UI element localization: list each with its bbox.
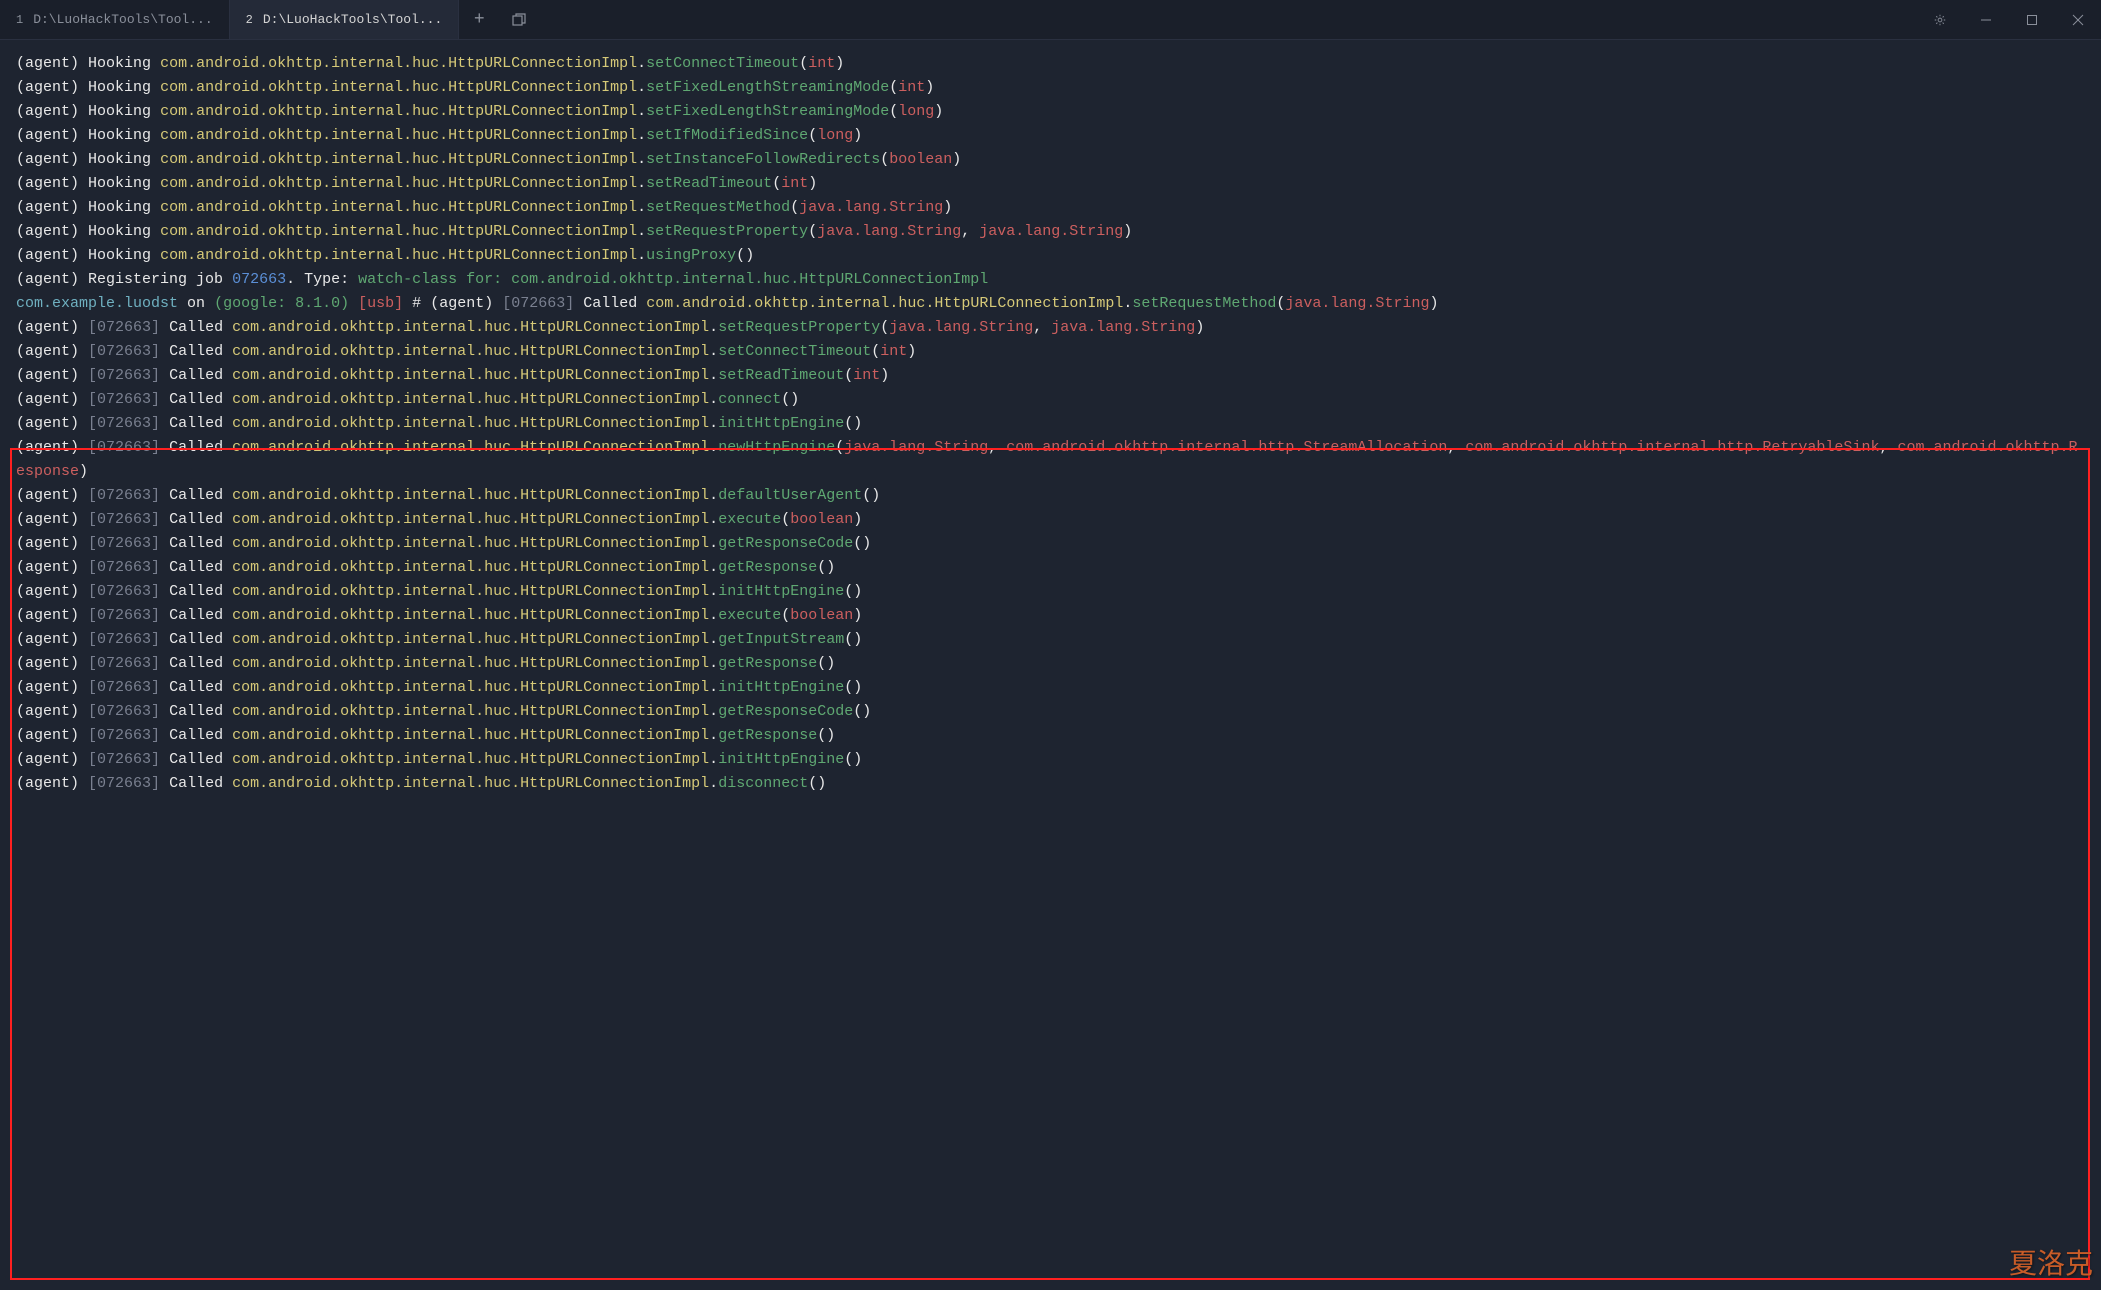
close-button[interactable] — [2055, 0, 2101, 39]
watermark: 夏洛克 — [2009, 1242, 2093, 1282]
titlebar: 1 D:\LuoHackTools\Tool... 2 D:\LuoHackTools… — [0, 0, 2101, 40]
tab-number: 2 — [246, 13, 253, 27]
settings-button[interactable] — [1917, 0, 1963, 39]
tab-label: D:\LuoHackTools\Tool... — [33, 12, 212, 27]
terminal-output[interactable]: (agent) Hooking com.android.okhttp.inter… — [0, 40, 2101, 808]
new-tab-button[interactable]: + — [459, 10, 499, 30]
window-controls — [1917, 0, 2101, 39]
maximize-button[interactable] — [2009, 0, 2055, 39]
tab-label: D:\LuoHackTools\Tool... — [263, 12, 442, 27]
tab[interactable]: 2 D:\LuoHackTools\Tool... — [230, 0, 460, 39]
tabs: 1 D:\LuoHackTools\Tool... 2 D:\LuoHackTools… — [0, 0, 459, 39]
tab-overview-button[interactable] — [499, 12, 539, 28]
tab[interactable]: 1 D:\LuoHackTools\Tool... — [0, 0, 230, 39]
minimize-button[interactable] — [1963, 0, 2009, 39]
tab-number: 1 — [16, 13, 23, 27]
